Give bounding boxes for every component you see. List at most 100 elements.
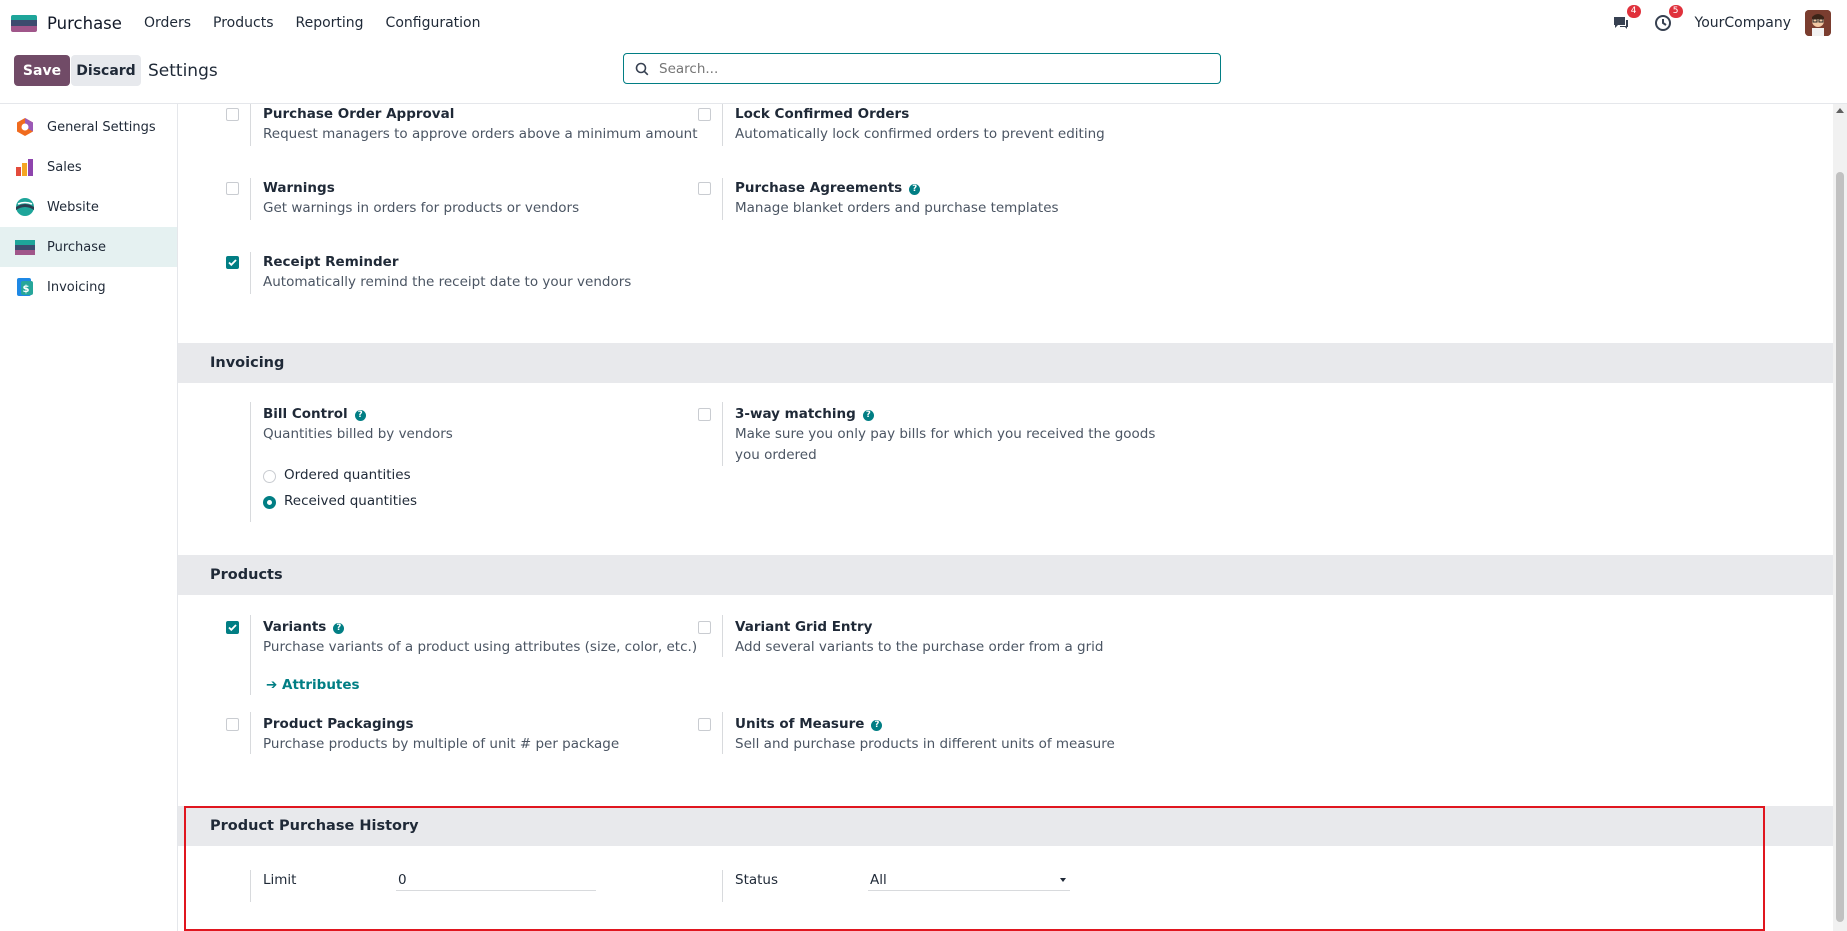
divider (250, 252, 251, 294)
settings-sidebar: General Settings Sales Website Purchase … (0, 104, 178, 931)
menu-orders[interactable]: Orders (144, 15, 191, 31)
sidebar-item-label: General Settings (47, 119, 156, 135)
variant-grid-desc: Add several variants to the purchase ord… (735, 639, 1104, 655)
purchase-app-icon (15, 237, 37, 257)
sidebar-item-label: Sales (47, 159, 82, 175)
packagings-checkbox[interactable] (226, 718, 239, 731)
warnings-desc: Get warnings in orders for products or v… (263, 200, 580, 216)
variant-grid-title: Variant Grid Entry (735, 619, 873, 635)
radio-ordered-quantities[interactable] (263, 470, 276, 483)
agreements-checkbox[interactable] (698, 182, 711, 195)
divider (722, 712, 723, 754)
menu-reporting[interactable]: Reporting (295, 15, 363, 31)
settings-app-icon (15, 117, 35, 137)
save-button[interactable]: Save (14, 55, 70, 86)
variants-title: Variants? (263, 619, 345, 635)
sidebar-item-general-settings[interactable]: General Settings (0, 107, 177, 147)
divider (722, 178, 723, 220)
agreements-desc: Manage blanket orders and purchase templ… (735, 200, 1059, 216)
bill-control-desc: Quantities billed by vendors (263, 426, 453, 442)
lock-orders-desc: Automatically lock confirmed orders to p… (735, 126, 1105, 142)
menu-configuration[interactable]: Configuration (386, 15, 481, 31)
uom-title: Units of Measure? (735, 716, 883, 732)
sales-app-icon (15, 157, 35, 177)
sidebar-item-sales[interactable]: Sales (0, 147, 177, 187)
radio-label[interactable]: Ordered quantities (284, 467, 411, 483)
divider (250, 402, 251, 522)
menu-products[interactable]: Products (213, 15, 273, 31)
messages-icon[interactable]: 4 (1611, 5, 1641, 33)
page-title: Settings (148, 61, 218, 81)
agreements-title: Purchase Agreements? (735, 180, 921, 196)
status-label: Status (735, 872, 779, 888)
sidebar-item-purchase[interactable]: Purchase (0, 227, 177, 267)
app-name[interactable]: Purchase (47, 14, 122, 33)
search-icon (635, 62, 649, 75)
check-icon (228, 624, 237, 632)
bill-control-title: Bill Control? (263, 406, 366, 422)
uom-checkbox[interactable] (698, 718, 711, 731)
divider (250, 104, 251, 146)
three-way-desc-2: you ordered (735, 447, 817, 463)
divider (250, 615, 251, 695)
radio-label[interactable]: Received quantities (284, 493, 417, 509)
help-icon[interactable]: ? (909, 184, 921, 195)
control-panel: Save Discard Settings (0, 46, 1847, 104)
packagings-desc: Purchase products by multiple of unit # … (263, 736, 620, 752)
search-input[interactable] (657, 59, 1201, 78)
warnings-title: Warnings (263, 180, 335, 196)
lock-orders-checkbox[interactable] (698, 108, 711, 121)
help-icon[interactable]: ? (871, 720, 883, 731)
search-box[interactable] (623, 53, 1221, 84)
section-products: Products (178, 555, 1833, 595)
divider (722, 870, 723, 902)
sidebar-item-label: Website (47, 199, 99, 215)
section-purchase-history: Product Purchase History (178, 806, 1833, 846)
activities-icon[interactable]: 5 (1653, 5, 1683, 33)
divider (250, 712, 251, 754)
content-scrollbar[interactable] (1833, 104, 1847, 931)
divider (250, 870, 251, 902)
systray: 4 5 YourCompany (1611, 0, 1831, 46)
purchase-app-icon[interactable] (11, 14, 37, 32)
po-approval-checkbox[interactable] (226, 108, 239, 121)
settings-content: Purchase Order Approval Request managers… (178, 104, 1833, 931)
variants-desc: Purchase variants of a product using att… (263, 639, 698, 655)
discard-button[interactable]: Discard (71, 55, 141, 86)
lock-orders-title: Lock Confirmed Orders (735, 106, 910, 122)
help-icon[interactable]: ? (333, 623, 345, 634)
scroll-up-arrow[interactable] (1836, 108, 1844, 113)
limit-input[interactable] (396, 870, 596, 891)
packagings-title: Product Packagings (263, 716, 414, 732)
three-way-desc: Make sure you only pay bills for which y… (735, 426, 1156, 442)
receipt-reminder-desc: Automatically remind the receipt date to… (263, 274, 632, 290)
help-icon[interactable]: ? (862, 410, 874, 421)
sidebar-item-website[interactable]: Website (0, 187, 177, 227)
svg-text:$: $ (23, 284, 30, 295)
website-app-icon (15, 197, 35, 217)
receipt-reminder-title: Receipt Reminder (263, 254, 399, 270)
scroll-thumb[interactable] (1836, 172, 1844, 922)
radio-received-quantities[interactable] (263, 496, 276, 509)
po-approval-desc: Request managers to approve orders above… (263, 126, 698, 142)
messages-badge: 4 (1626, 5, 1641, 18)
attributes-link[interactable]: ➔ Attributes (266, 677, 360, 693)
receipt-reminder-checkbox[interactable] (226, 256, 239, 269)
three-way-checkbox[interactable] (698, 408, 711, 421)
status-select[interactable]: All (868, 870, 1070, 891)
caret-down-icon (1060, 878, 1066, 882)
status-value: All (870, 872, 887, 888)
three-way-title: 3-way matching? (735, 406, 874, 422)
po-approval-title: Purchase Order Approval (263, 106, 455, 122)
variant-grid-checkbox[interactable] (698, 621, 711, 634)
user-avatar[interactable] (1805, 10, 1831, 36)
divider (722, 402, 723, 466)
sidebar-item-label: Invoicing (47, 279, 106, 295)
sidebar-item-label: Purchase (47, 239, 107, 255)
variants-checkbox[interactable] (226, 621, 239, 634)
sidebar-item-invoicing[interactable]: $ Invoicing (0, 267, 177, 307)
section-invoicing: Invoicing (178, 343, 1833, 383)
company-switcher[interactable]: YourCompany (1695, 15, 1792, 31)
help-icon[interactable]: ? (354, 410, 366, 421)
warnings-checkbox[interactable] (226, 182, 239, 195)
